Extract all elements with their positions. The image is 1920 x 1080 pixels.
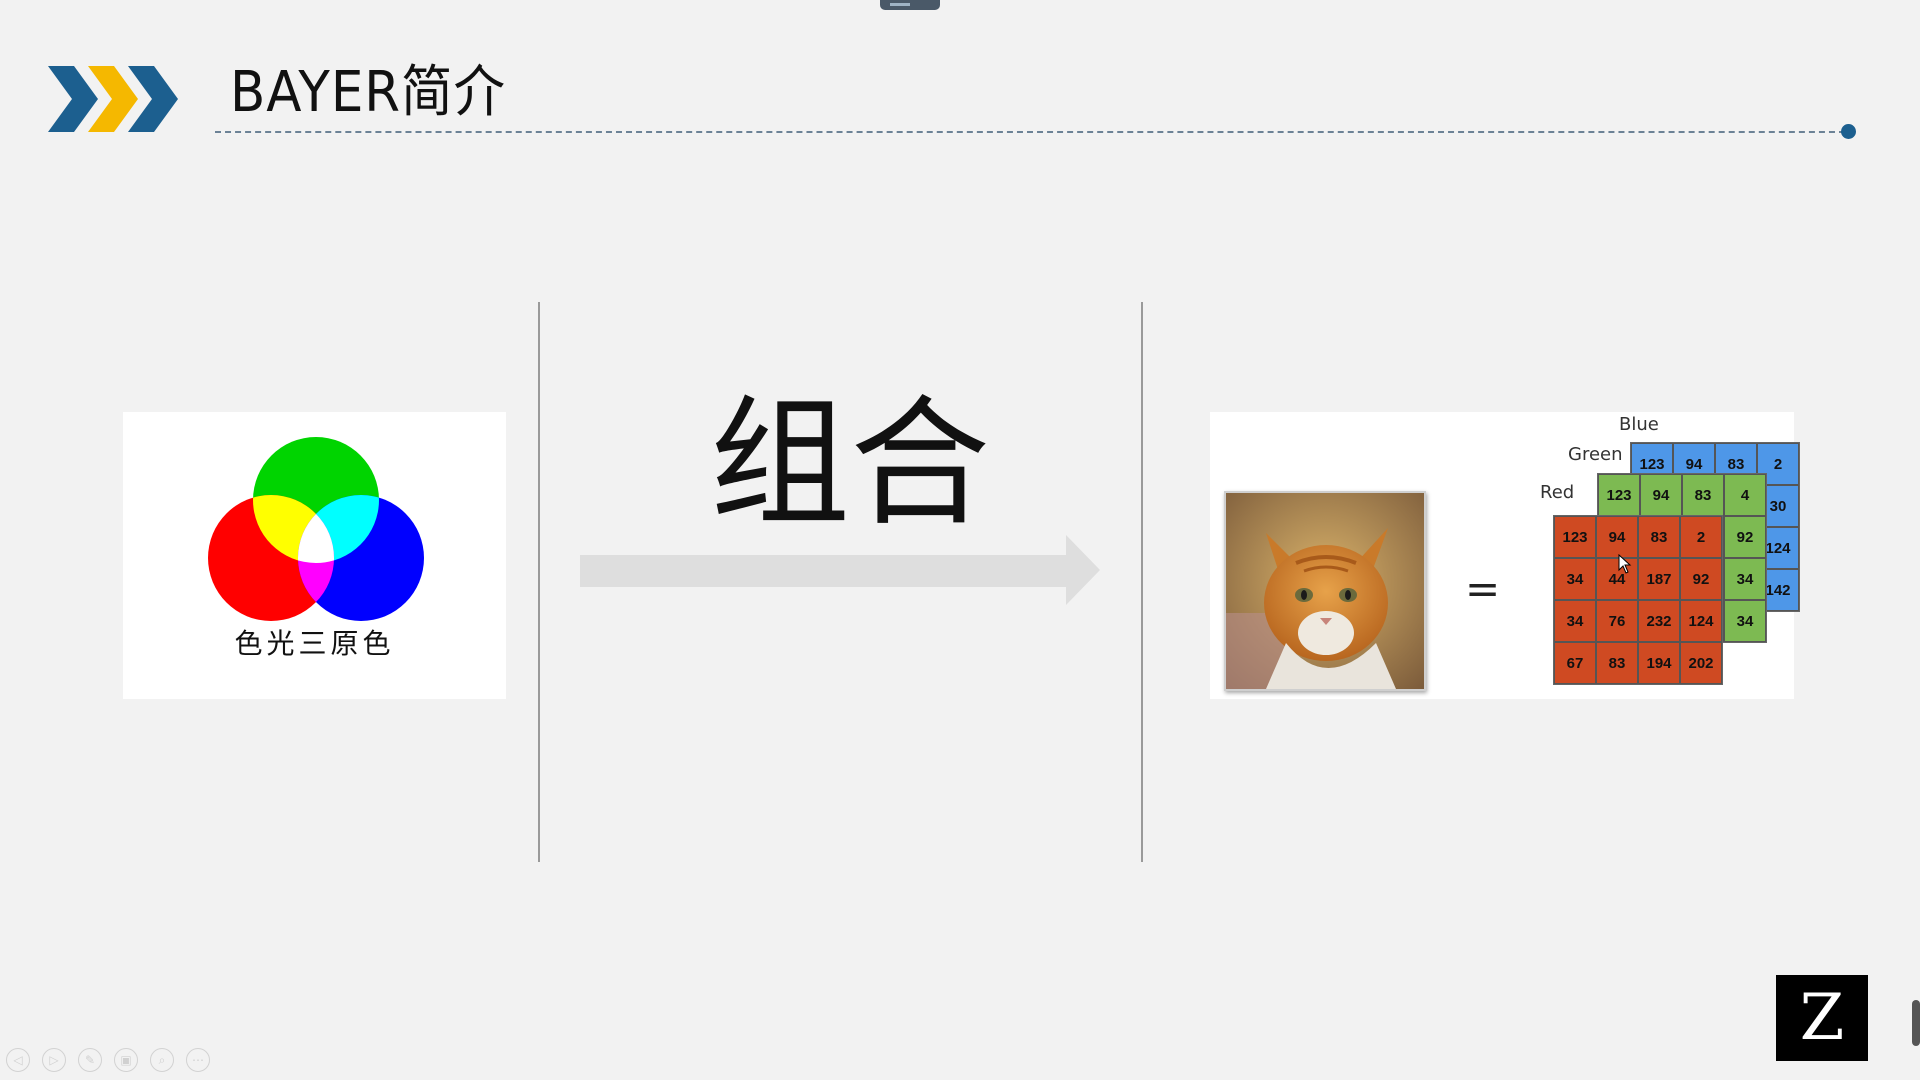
more-icon[interactable]: ⋯ [186,1048,210,1072]
red-channel-label: Red [1540,482,1575,503]
image-matrix-card: = Blue Green Red 123 94 83 2 30 124 142 123 94 8… [1210,412,1800,699]
slides-icon[interactable]: ▣ [114,1048,138,1072]
equals-sign: = [1465,564,1501,613]
red-cell: 123 [1554,516,1596,558]
red-cell: 76 [1596,600,1638,642]
red-cell: 202 [1680,642,1722,684]
red-cell: 34 [1554,558,1596,600]
title-divider [215,131,1845,133]
green-channel-label: Green [1568,444,1623,465]
red-cell: 2 [1680,516,1722,558]
green-cell: 34 [1724,600,1766,642]
green-cell: 94 [1640,474,1682,516]
scrollbar-thumb[interactable] [1912,1000,1920,1046]
green-cell: 123 [1598,474,1640,516]
rgb-primaries-card: 色光三原色 [123,412,506,699]
red-cell: 34 [1554,600,1596,642]
next-icon[interactable]: ▷ [42,1048,66,1072]
green-cell: 34 [1724,558,1766,600]
logo-z: Z [1776,975,1868,1061]
red-cell: 94 [1596,516,1638,558]
red-cell: 232 [1638,600,1680,642]
red-cell: 92 [1680,558,1722,600]
title-divider-dot [1841,124,1856,139]
zoom-icon[interactable]: ⌕ [150,1048,174,1072]
red-cell: 67 [1554,642,1596,684]
red-cell: 194 [1638,642,1680,684]
slide-title: BAYER简介 [230,60,506,125]
combine-heading: 组合 [709,383,990,546]
blue-channel-label: Blue [1619,414,1659,435]
red-channel-matrix: 123 94 83 2 34 44 187 92 34 76 232 124 67 83 194 202 [1553,515,1723,685]
red-cell: 187 [1638,558,1680,600]
green-cell: 92 [1724,516,1766,558]
top-toolbar-handle[interactable] [880,0,940,10]
green-cell: 4 [1724,474,1766,516]
cat-image [1226,493,1424,689]
right-arrow-icon [580,535,1100,605]
rgb-caption: 色光三原色 [234,627,395,660]
left-divider [538,302,540,862]
prev-icon[interactable]: ◁ [6,1048,30,1072]
red-cell: 124 [1680,600,1722,642]
right-divider [1141,302,1143,862]
red-cell: 83 [1638,516,1680,558]
chevron-arrows-icon [48,66,178,132]
rgb-venn-diagram [208,437,424,621]
green-cell: 83 [1682,474,1724,516]
cat-photo [1224,491,1426,691]
presentation-slide: BAYER简介 色光三原色 组合 = Blue Green Red 123 94… [0,0,1920,1080]
player-controls: ◁ ▷ ✎ ▣ ⌕ ⋯ [6,1048,210,1074]
pen-icon[interactable]: ✎ [78,1048,102,1072]
red-cell: 83 [1596,642,1638,684]
mouse-cursor-icon [1618,554,1632,574]
